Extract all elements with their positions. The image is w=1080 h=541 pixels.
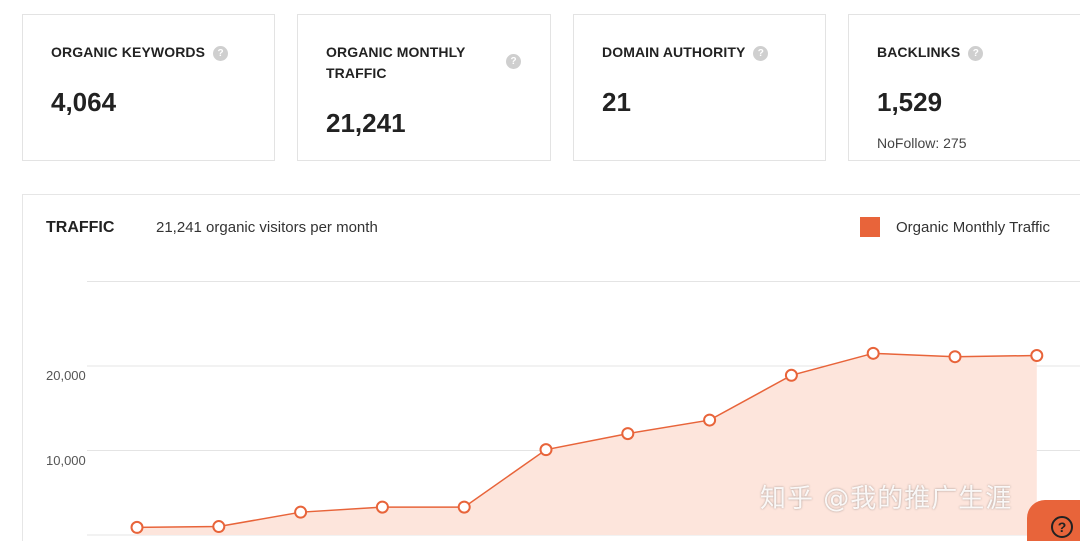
watermark-text: 知乎 @我的推广生涯	[760, 484, 1013, 514]
data-point[interactable]	[866, 346, 880, 360]
data-point[interactable]	[375, 500, 389, 514]
data-point[interactable]	[1030, 349, 1044, 363]
data-point[interactable]	[948, 350, 962, 364]
help-fab-button[interactable]: ?	[1027, 500, 1080, 541]
data-point[interactable]	[130, 520, 144, 534]
data-point[interactable]	[539, 443, 553, 457]
data-point[interactable]	[294, 505, 308, 519]
data-point[interactable]	[457, 500, 471, 514]
data-point[interactable]	[212, 520, 226, 534]
data-point[interactable]	[703, 413, 717, 427]
question-icon: ?	[1051, 516, 1073, 538]
data-point[interactable]	[784, 368, 798, 382]
data-point[interactable]	[621, 427, 635, 441]
traffic-chart	[87, 281, 1080, 536]
